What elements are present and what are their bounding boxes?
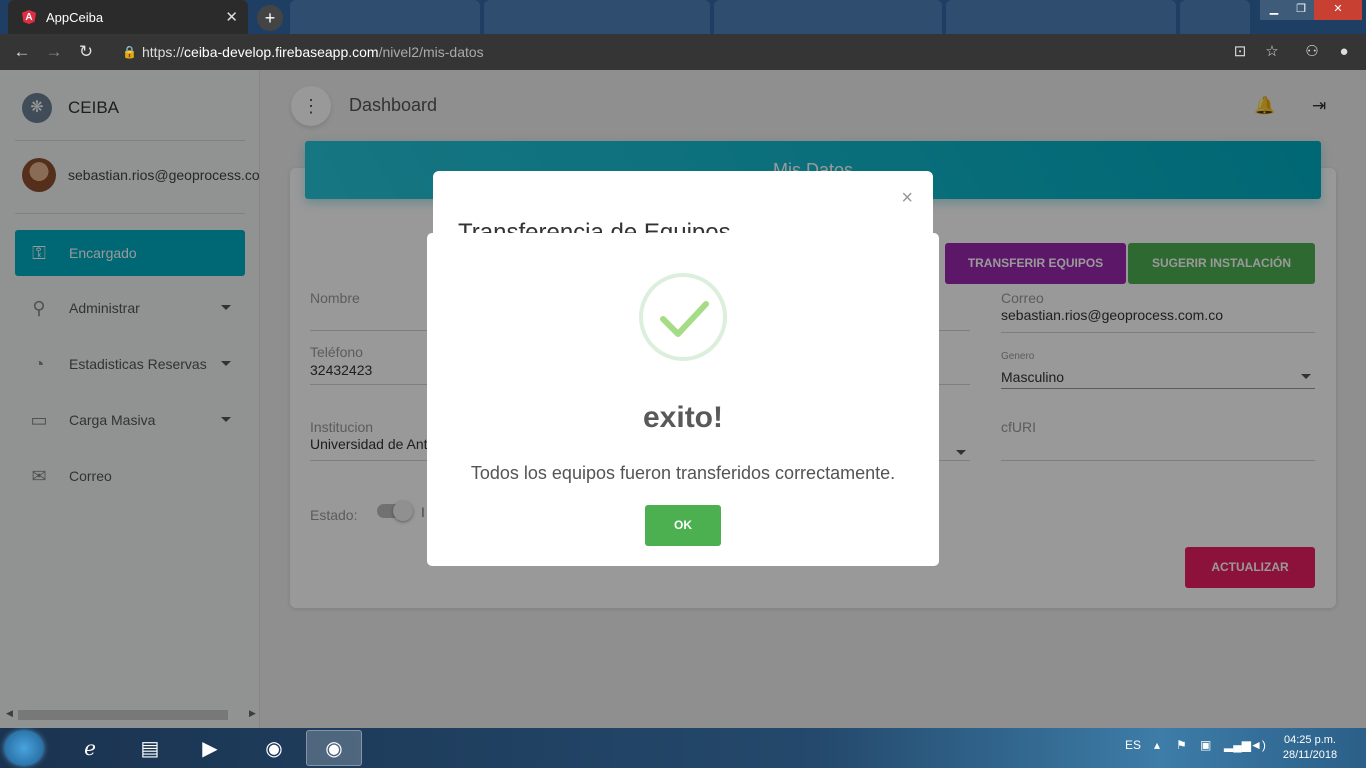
forward-arrow-icon[interactable]: → bbox=[42, 40, 66, 64]
lock-icon: 🔒 bbox=[122, 45, 137, 59]
action-center-flag-icon[interactable]: ⚑ bbox=[1176, 738, 1187, 752]
browser-tab-active[interactable]: A AppCeiba ✕ bbox=[8, 0, 248, 34]
browser-tab[interactable] bbox=[290, 0, 480, 34]
new-tab-button[interactable]: + bbox=[257, 5, 283, 31]
profile-icon[interactable]: ● bbox=[1332, 40, 1356, 64]
device-icon[interactable]: ▣ bbox=[1200, 738, 1211, 752]
clock-time: 04:25 p.m. bbox=[1284, 734, 1336, 746]
internet-explorer-icon[interactable]: ℯ bbox=[62, 730, 118, 766]
chrome-active-icon[interactable]: ◉ bbox=[306, 730, 362, 766]
back-arrow-icon[interactable]: ← bbox=[10, 40, 34, 64]
browser-tab[interactable] bbox=[484, 0, 710, 34]
language-indicator[interactable]: ES bbox=[1125, 738, 1141, 752]
tab-title: AppCeiba bbox=[46, 9, 104, 25]
alert-title: exito! bbox=[642, 401, 723, 434]
url-field[interactable]: 🔒 https://ceiba-develop.firebaseapp.com/… bbox=[114, 39, 1364, 65]
angular-logo-icon: A bbox=[22, 10, 36, 24]
success-check-icon bbox=[639, 273, 727, 361]
start-button[interactable] bbox=[4, 730, 44, 766]
reload-icon[interactable]: ↻ bbox=[74, 40, 98, 64]
file-explorer-icon[interactable]: ▤ bbox=[122, 730, 178, 766]
url-path: /nivel2/mis-datos bbox=[378, 44, 484, 60]
network-signal-icon[interactable]: ▂▄▆ bbox=[1224, 738, 1251, 752]
ok-button[interactable]: OK bbox=[645, 505, 721, 546]
system-clock[interactable]: 04:25 p.m. 28/11/2018 bbox=[1274, 733, 1346, 763]
close-tab-icon[interactable]: ✕ bbox=[225, 8, 238, 26]
windows-taskbar: ℯ ▤ ▶ ◉ ◉ ES ▴ ⚑ ▣ ▂▄▆ ◄) 04:25 p.m. 28/… bbox=[0, 728, 1366, 768]
browser-tab[interactable] bbox=[714, 0, 942, 34]
url-host: ceiba-develop.firebaseapp.com bbox=[184, 44, 379, 60]
alert-message: Todos los equipos fueron transferidos co… bbox=[470, 463, 896, 483]
check-mark-icon bbox=[660, 301, 709, 337]
minimize-icon[interactable]: ▁ bbox=[1260, 0, 1288, 20]
success-alert-dialog: exito! Todos los equipos fueron transfer… bbox=[427, 233, 939, 566]
incognito-icon[interactable]: ⚇ bbox=[1300, 40, 1324, 64]
show-hidden-icons-icon[interactable]: ▴ bbox=[1154, 738, 1160, 752]
clock-date: 28/11/2018 bbox=[1282, 749, 1338, 761]
browser-tab[interactable] bbox=[1180, 0, 1250, 34]
chrome-icon[interactable]: ◉ bbox=[246, 730, 302, 766]
media-player-icon[interactable]: ▶ bbox=[182, 730, 238, 766]
volume-icon[interactable]: ◄) bbox=[1250, 738, 1266, 752]
url-scheme: https:// bbox=[142, 44, 185, 60]
close-window-icon[interactable]: ✕ bbox=[1314, 0, 1362, 20]
browser-tab[interactable] bbox=[946, 0, 1176, 34]
maximize-icon[interactable]: ❐ bbox=[1288, 0, 1314, 20]
bookmark-star-icon[interactable]: ☆ bbox=[1260, 40, 1284, 64]
translate-icon[interactable]: ⊡ bbox=[1228, 40, 1252, 64]
address-bar-row: ← → ↻ 🔒 https://ceiba-develop.firebaseap… bbox=[0, 34, 1366, 70]
browser-tab-strip: A AppCeiba ✕ + ▁ ❐ ✕ bbox=[0, 0, 1366, 34]
